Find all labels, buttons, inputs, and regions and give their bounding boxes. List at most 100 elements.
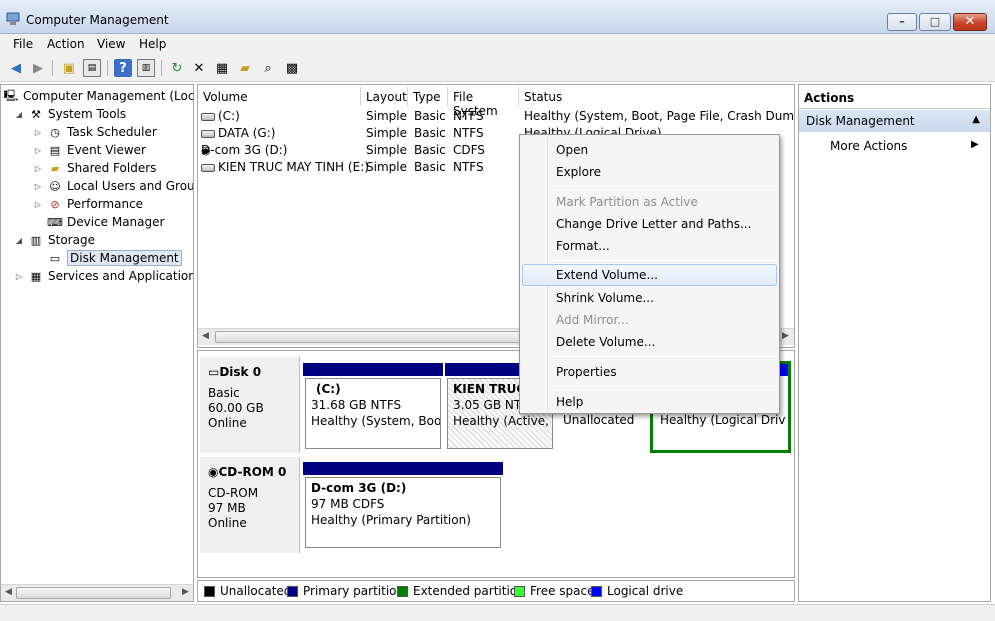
disk-management-icon: ▭ [49,251,61,265]
forward-icon[interactable]: ▶ [29,59,47,77]
disk-0-card[interactable]: ▭Disk 0 Basic 60.00 GB Online [200,357,300,453]
tree-horizontal-scrollbar[interactable]: ◀ ▶ [1,584,193,601]
maximize-button[interactable]: □ [919,13,951,31]
menu-separator [550,386,777,387]
menu-item-delete-volume[interactable]: Delete Volume... [522,331,777,353]
partition-c[interactable]: (C:) 31.68 GB NTFS Healthy (System, Boot… [303,363,443,451]
disk-0-title: ▭Disk 0 [208,365,262,379]
menu-separator [550,260,777,261]
tree-item-performance[interactable]: ▷ ⊘ Performance [33,195,143,213]
scroll-right-icon[interactable]: ▶ [182,587,189,597]
tree-item-shared-folders[interactable]: ▷ ▰ Shared Folders [33,159,156,177]
scroll-right-icon[interactable]: ▶ [782,331,789,341]
menu-item-open[interactable]: Open [522,139,777,161]
menu-item-explore[interactable]: Explore [522,161,777,183]
expand-icon[interactable]: ▷ [33,182,43,191]
submenu-arrow-icon: ▶ [971,139,979,150]
performance-icon: ⊘ [50,197,60,211]
column-status[interactable]: Status [519,87,794,106]
menu-item-change-drive-letter[interactable]: Change Drive Letter and Paths... [522,213,777,235]
expand-icon[interactable]: ▷ [33,164,43,173]
column-type[interactable]: Type [408,87,448,106]
close-button[interactable]: ✕ [953,13,987,31]
tree-item-task-scheduler[interactable]: ▷ ◷ Task Scheduler [33,123,157,141]
actions-pane: Actions Disk Management ▲ More Actions ▶ [798,84,991,602]
expand-icon[interactable]: ▷ [33,200,43,209]
search-icon[interactable]: ⌕ [259,59,277,77]
cd-drive-icon: ◉ [208,465,219,479]
actions-section-disk-management[interactable]: Disk Management ▲ [799,110,990,132]
up-folder-icon[interactable]: ▣ [60,59,78,77]
partition-d[interactable]: D-com 3G (D:) 97 MB CDFS Healthy (Primar… [303,462,503,550]
column-file-system[interactable]: File System [448,87,519,118]
properties-icon[interactable]: ▦ [213,59,231,77]
column-layout[interactable]: Layout [361,87,408,106]
collapse-up-icon[interactable]: ▲ [972,114,980,125]
help-icon[interactable]: ? [114,59,132,77]
shared-folder-icon: ▰ [50,161,60,175]
delete-icon[interactable]: ✕ [190,59,208,77]
disk-properties-icon[interactable]: ▩ [283,59,301,77]
column-volume[interactable]: Volume [198,87,361,106]
drive-icon [201,112,215,121]
scroll-thumb[interactable] [16,587,171,599]
menu-action[interactable]: Action [47,37,85,51]
menu-item-properties[interactable]: Properties [522,361,777,383]
menu-item-format[interactable]: Format... [522,235,777,257]
scroll-left-icon[interactable]: ◀ [202,331,209,341]
tree-item-root[interactable]: 🖳 Computer Management (Local [3,87,193,105]
scroll-left-icon[interactable]: ◀ [5,587,12,597]
title-bar: Computer Management – □ ✕ [0,0,995,34]
drive-icon [201,163,215,172]
users-icon: ☺ [49,179,61,193]
clock-icon: ◷ [50,125,60,139]
expand-icon[interactable]: ▷ [14,272,24,281]
tree-item-local-users[interactable]: ▷ ☺ Local Users and Groups [33,177,193,195]
menu-view[interactable]: View [97,37,125,51]
console-tree: 🖳 Computer Management (Local ◢ ⚒ System … [0,84,194,602]
toolbar-separator [52,60,53,76]
menu-item-extend-volume[interactable]: Extend Volume... [522,264,777,286]
tree-item-device-manager[interactable]: ⌨ Device Manager [47,213,164,231]
primary-partition-band [303,363,443,376]
close-icon: ✕ [964,14,976,29]
scroll-thumb[interactable] [215,331,535,343]
collapse-icon[interactable]: ◢ [14,110,24,119]
volume-list-header: Volume Layout Type File System Status [198,87,794,118]
tree-item-event-viewer[interactable]: ▷ ▤ Event Viewer [33,141,146,159]
show-hide-action-pane-icon[interactable]: ▥ [137,59,155,77]
collapse-icon[interactable]: ◢ [14,236,24,245]
legend-primary: Primary partition [287,584,404,598]
computer-management-icon [6,12,20,25]
tree-item-system-tools[interactable]: ◢ ⚒ System Tools [14,105,126,123]
computer-icon: 🖳 [3,88,19,102]
expand-icon[interactable]: ▷ [33,146,43,155]
menu-separator [550,356,777,357]
legend-logical: Logical drive [591,584,683,598]
refresh-icon[interactable]: ↻ [168,59,186,77]
menu-item-mark-active: Mark Partition as Active [556,195,698,209]
cdrom-0-title: ◉CD-ROM 0 [208,465,287,479]
more-actions-item[interactable]: More Actions [830,139,907,153]
tree-item-disk-management[interactable]: ▭ Disk Management [47,249,182,267]
menu-bar: File Action View Help [0,34,995,55]
open-folder-icon[interactable]: ▰ [236,59,254,77]
expand-icon[interactable]: ▷ [33,128,43,137]
menu-separator [550,186,777,187]
tree-item-services[interactable]: ▷ ▦ Services and Applications [14,267,193,285]
show-hide-tree-icon[interactable]: ▤ [83,59,101,77]
menu-item-shrink-volume[interactable]: Shrink Volume... [522,287,777,309]
back-icon[interactable]: ◀ [7,59,25,77]
menu-item-help[interactable]: Help [522,391,777,413]
primary-partition-band [303,462,503,475]
minimize-button[interactable]: – [887,13,917,31]
legend-unallocated: Unallocated [204,584,291,598]
status-bar [0,604,995,621]
table-row[interactable]: (C:) Simple Basic NTFS Healthy (System, … [198,108,794,125]
cdrom-0-card[interactable]: ◉CD-ROM 0 CD-ROM 97 MB Online [200,457,300,553]
tree-item-storage[interactable]: ◢ ▥ Storage [14,231,95,249]
menu-help[interactable]: Help [139,37,166,51]
menu-file[interactable]: File [13,37,33,51]
legend-extended: Extended partition [397,584,525,598]
context-menu: Open Explore Mark Partition as Active Ch… [519,134,780,414]
